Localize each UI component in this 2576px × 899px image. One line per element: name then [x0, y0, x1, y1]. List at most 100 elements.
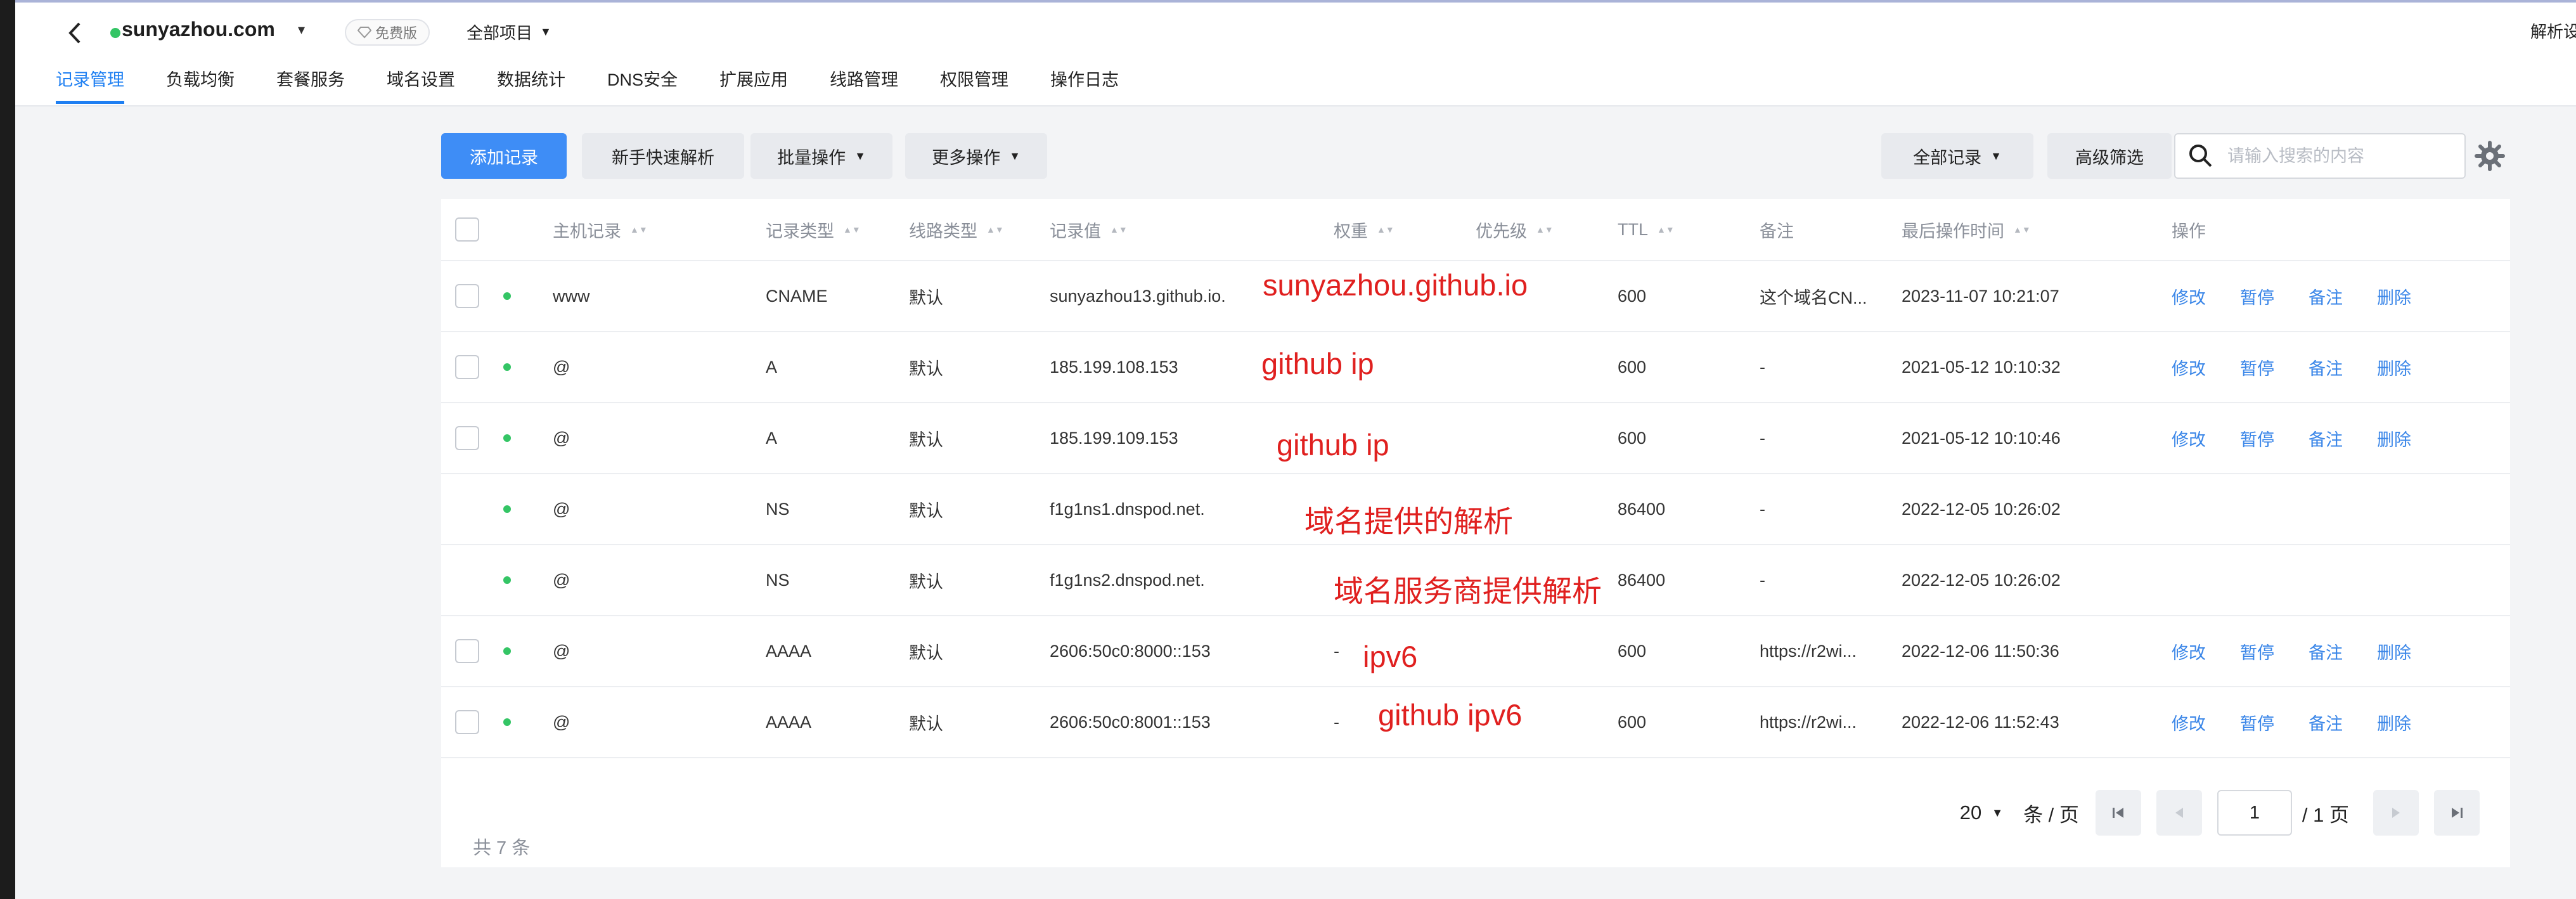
cell-time: 2023-11-07 10:21:07	[1902, 286, 2059, 306]
select-all-checkbox[interactable]	[455, 217, 479, 242]
cell-type: CNAME	[766, 286, 828, 306]
tab-records[interactable]: 记录管理	[56, 63, 124, 104]
cell-host: www	[553, 286, 590, 306]
total-pages-label: / 1 页	[2302, 803, 2349, 826]
tab-load-balance[interactable]: 负载均衡	[166, 63, 235, 104]
plan-badge-label: 免费版	[375, 25, 418, 41]
cell-host: @	[553, 499, 570, 519]
tab-statistics[interactable]: 数据统计	[497, 63, 565, 104]
pause-button[interactable]: 暂停	[2240, 355, 2274, 380]
next-page-button[interactable]	[2373, 790, 2419, 836]
cell-time: 2022-12-05 10:26:02	[1902, 499, 2061, 519]
annotation-ns-2: 域名服务商提供解析	[1334, 574, 1602, 608]
record-status-dot	[503, 647, 511, 655]
last-page-icon	[2452, 808, 2463, 818]
cell-remark: https://r2wi...	[1760, 712, 1857, 732]
sort-icon: ▲▼	[630, 224, 648, 235]
delete-button[interactable]: 删除	[2377, 639, 2411, 664]
gear-icon[interactable]	[2475, 141, 2505, 171]
delete-button[interactable]: 删除	[2377, 284, 2411, 309]
col-type[interactable]: 记录类型 ▲▼	[766, 199, 861, 260]
cell-type: NS	[766, 570, 790, 590]
col-ttl[interactable]: TTL ▲▼	[1618, 199, 1675, 260]
row-checkbox[interactable]	[455, 639, 479, 663]
cell-time: 2021-05-12 10:10:32	[1902, 357, 2061, 377]
domain-dropdown-caret-icon[interactable]: ▾	[298, 22, 305, 38]
row-checkbox[interactable]	[455, 355, 479, 379]
header-right-link[interactable]: 解析设置	[2530, 19, 2576, 42]
all-records-filter[interactable]: 全部记录 ▼	[1881, 133, 2033, 179]
edit-button[interactable]: 修改	[2172, 355, 2206, 380]
tab-domain-settings[interactable]: 域名设置	[387, 63, 455, 104]
tab-operation-log[interactable]: 操作日志	[1050, 63, 1119, 104]
pause-button[interactable]: 暂停	[2240, 284, 2274, 309]
edit-button[interactable]: 修改	[2172, 284, 2206, 309]
add-record-button[interactable]: 添加记录	[441, 133, 567, 179]
pause-button[interactable]: 暂停	[2240, 639, 2274, 664]
row-checkbox[interactable]	[455, 710, 479, 734]
all-records-label: 全部记录	[1913, 148, 1982, 167]
cell-ttl: 86400	[1618, 570, 1666, 590]
edit-button[interactable]: 修改	[2172, 426, 2206, 451]
pause-button[interactable]: 暂停	[2240, 710, 2274, 735]
cell-ops: 修改 暂停 备注 删除	[2172, 403, 2445, 473]
quick-setup-button[interactable]: 新手快速解析	[582, 133, 744, 179]
sort-icon: ▲▼	[1657, 224, 1675, 235]
cell-value: 185.199.108.153	[1050, 357, 1178, 377]
remark-button[interactable]: 备注	[2309, 355, 2343, 380]
tab-dns-security[interactable]: DNS安全	[607, 63, 678, 104]
cell-ttl: 600	[1618, 428, 1647, 448]
tab-line-management[interactable]: 线路管理	[830, 63, 898, 104]
remark-button[interactable]: 备注	[2309, 639, 2343, 664]
col-weight[interactable]: 权重 ▲▼	[1334, 199, 1394, 260]
remark-button[interactable]: 备注	[2309, 426, 2343, 451]
col-priority[interactable]: 优先级 ▲▼	[1476, 199, 1554, 260]
page-size-value: 20	[1959, 801, 1982, 824]
first-page-icon	[2112, 808, 2123, 818]
table-row: @ A 默认 185.199.108.153 600 - 2021-05-12 10:10:…	[441, 332, 2510, 403]
prev-page-button[interactable]	[2156, 790, 2202, 836]
record-status-dot	[503, 434, 511, 442]
cell-time: 2021-05-12 10:10:46	[1902, 428, 2061, 448]
pause-button[interactable]: 暂停	[2240, 426, 2274, 451]
more-ops-button[interactable]: 更多操作 ▼	[905, 133, 1047, 179]
chevron-down-icon: ▼	[1990, 149, 2002, 162]
first-page-button[interactable]	[2095, 790, 2141, 836]
sort-icon: ▲▼	[843, 224, 861, 235]
edit-button[interactable]: 修改	[2172, 639, 2206, 664]
col-line[interactable]: 线路类型 ▲▼	[909, 199, 1004, 260]
plan-badge: 免费版	[345, 19, 430, 46]
cell-time: 2022-12-06 11:52:43	[1902, 712, 2059, 732]
delete-button[interactable]: 删除	[2377, 426, 2411, 451]
advanced-filter-button[interactable]: 高级筛选	[2047, 133, 2172, 179]
remark-button[interactable]: 备注	[2309, 284, 2343, 309]
col-host[interactable]: 主机记录 ▲▼	[553, 199, 648, 260]
delete-button[interactable]: 删除	[2377, 355, 2411, 380]
row-checkbox[interactable]	[455, 284, 479, 308]
cell-remark: -	[1760, 357, 1765, 377]
remark-button[interactable]: 备注	[2309, 710, 2343, 735]
project-select[interactable]: 全部项目 ▼	[467, 20, 551, 44]
tab-permissions[interactable]: 权限管理	[940, 63, 1008, 104]
annotation-github-ipv6: github ipv6	[1378, 698, 1523, 732]
cell-host: @	[553, 357, 570, 377]
tab-extensions[interactable]: 扩展应用	[719, 63, 788, 104]
batch-ops-button[interactable]: 批量操作 ▼	[750, 133, 892, 179]
cell-ops: 修改 暂停 备注 删除	[2172, 687, 2445, 757]
cell-ttl: 600	[1618, 641, 1647, 661]
tab-packages[interactable]: 套餐服务	[276, 63, 345, 104]
page-size-select[interactable]: 20 ▼	[1960, 801, 2003, 824]
col-value[interactable]: 记录值 ▲▼	[1050, 199, 1128, 260]
back-button[interactable]	[61, 19, 89, 47]
cell-type: NS	[766, 499, 790, 519]
last-page-button[interactable]	[2434, 790, 2480, 836]
page-number-input[interactable]	[2217, 790, 2292, 836]
cell-weight: -	[1334, 641, 1339, 661]
delete-button[interactable]: 删除	[2377, 710, 2411, 735]
row-checkbox[interactable]	[455, 426, 479, 450]
edit-button[interactable]: 修改	[2172, 710, 2206, 735]
col-time[interactable]: 最后操作时间 ▲▼	[1902, 199, 2031, 260]
search-input[interactable]	[2227, 146, 2443, 166]
per-page-label: 条 / 页	[2023, 803, 2079, 826]
cell-value: f1g1ns2.dnspod.net.	[1050, 570, 1205, 590]
